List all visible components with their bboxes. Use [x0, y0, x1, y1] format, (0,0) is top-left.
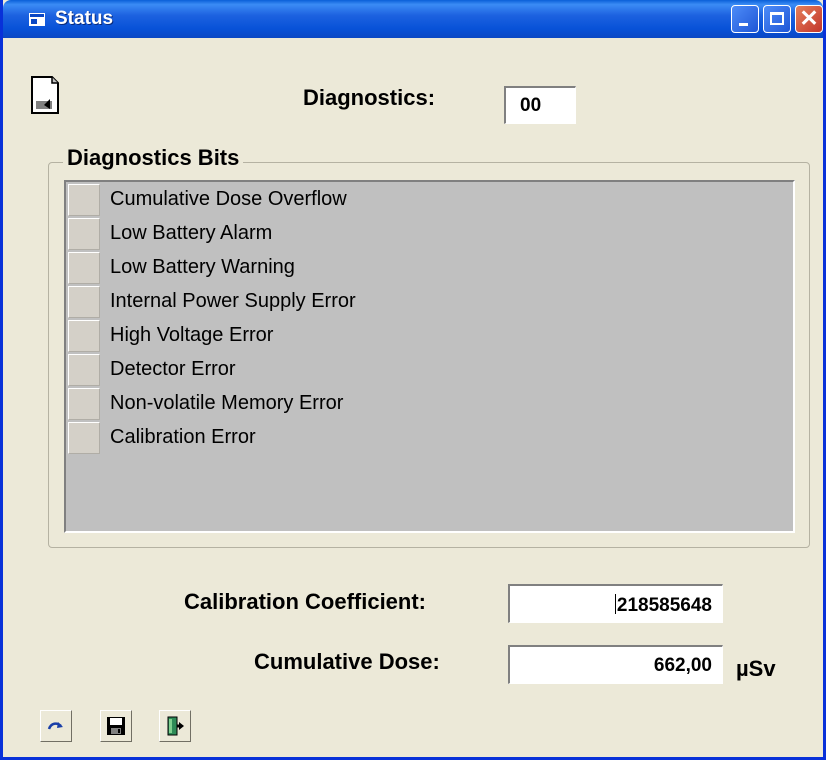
bit-label: Non-volatile Memory Error: [110, 392, 344, 414]
cumulative-dose-input[interactable]: 662,00: [508, 645, 723, 684]
maximize-button[interactable]: [763, 5, 791, 33]
minimize-icon: [739, 23, 748, 26]
window-icon: [29, 13, 45, 26]
bit-row-internal-power-supply-error: Internal Power Supply Error: [68, 286, 568, 318]
exit-icon: [167, 716, 184, 736]
title-bar[interactable]: Status ✕: [3, 0, 823, 38]
bit-indicator: [68, 218, 100, 250]
bit-indicator: [68, 388, 100, 420]
diagnostics-value-field[interactable]: 00: [504, 86, 576, 124]
calibration-coefficient-value: 218585648: [616, 595, 712, 616]
bit-label: Low Battery Warning: [110, 256, 295, 278]
cumulative-dose-label: Cumulative Dose:: [254, 649, 440, 674]
document-icon[interactable]: [30, 75, 60, 115]
dose-unit: µSv: [736, 656, 776, 681]
bit-row-low-battery-warning: Low Battery Warning: [68, 252, 568, 284]
save-icon: [107, 717, 125, 735]
refresh-icon: [47, 722, 63, 730]
calibration-coefficient-input[interactable]: 218585648: [508, 584, 723, 623]
bit-label: Internal Power Supply Error: [110, 290, 356, 312]
bit-row-calibration-error: Calibration Error: [68, 422, 568, 454]
maximize-icon: [770, 12, 784, 25]
bit-row-non-volatile-memory-error: Non-volatile Memory Error: [68, 388, 568, 420]
bit-row-cumulative-dose-overflow: Cumulative Dose Overflow: [68, 184, 568, 216]
save-button[interactable]: [100, 710, 132, 742]
bit-label: Low Battery Alarm: [110, 222, 273, 244]
minimize-button[interactable]: [731, 5, 759, 33]
bit-label: Cumulative Dose Overflow: [110, 188, 347, 210]
diagnostics-label: Diagnostics:: [303, 85, 436, 110]
close-button[interactable]: ✕: [795, 5, 823, 33]
bit-row-detector-error: Detector Error: [68, 354, 568, 386]
bit-indicator: [68, 422, 100, 454]
bit-label: Calibration Error: [110, 426, 256, 448]
bit-indicator: [68, 286, 100, 318]
bit-indicator: [68, 320, 100, 352]
bit-indicator: [68, 354, 100, 386]
bit-row-low-battery-alarm: Low Battery Alarm: [68, 218, 568, 250]
bit-indicator: [68, 252, 100, 284]
bit-row-high-voltage-error: High Voltage Error: [68, 320, 568, 352]
refresh-button[interactable]: [40, 710, 72, 742]
calibration-coefficient-label: Calibration Coefficient:: [184, 589, 427, 614]
bit-label: High Voltage Error: [110, 324, 274, 346]
diagnostics-bits-legend: Diagnostics Bits: [63, 145, 244, 171]
window-title: Status: [55, 8, 114, 29]
bit-indicator: [68, 184, 100, 216]
status-window: Status ✕ Diagnostics: 00 Diagnostics Bit…: [0, 0, 826, 760]
diagnostics-bits-list: Cumulative Dose Overflow Low Battery Ala…: [64, 180, 795, 533]
exit-button[interactable]: [159, 710, 191, 742]
bit-label: Detector Error: [110, 358, 236, 380]
text-caret: [614, 594, 616, 614]
close-icon: ✕: [799, 5, 819, 31]
